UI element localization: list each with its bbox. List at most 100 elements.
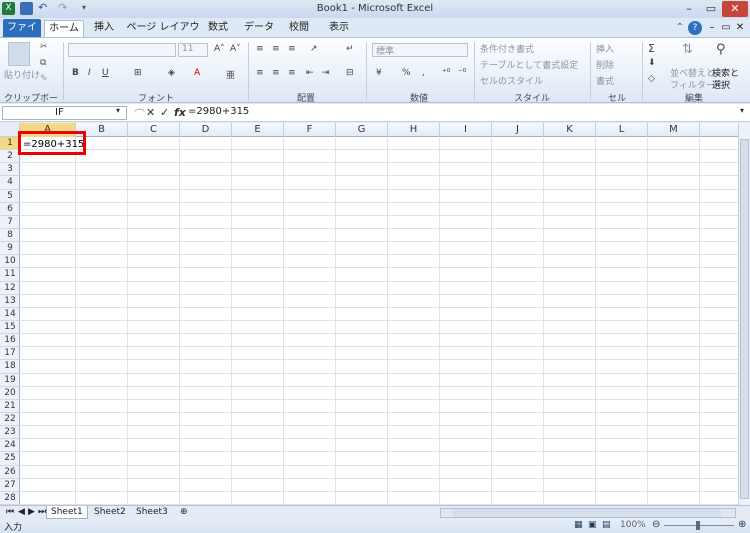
- phonetic-icon[interactable]: 亜: [226, 68, 235, 81]
- orientation-icon[interactable]: ↗: [310, 44, 318, 54]
- row-header-12[interactable]: 12: [0, 282, 20, 295]
- clear-icon[interactable]: ◇: [648, 74, 655, 84]
- page-layout-view-icon[interactable]: ▣: [588, 520, 597, 530]
- close-button[interactable]: ✕: [722, 1, 748, 17]
- row-header-15[interactable]: 15: [0, 321, 20, 335]
- column-header-h[interactable]: H: [388, 123, 440, 137]
- cancel-icon[interactable]: ✕: [146, 106, 155, 119]
- doc-minimize-button[interactable]: –: [706, 20, 718, 38]
- name-box-dropdown-icon[interactable]: ▾: [116, 106, 120, 115]
- border-icon[interactable]: ⊞: [134, 68, 142, 78]
- row-header-28[interactable]: 28: [0, 492, 20, 505]
- tab-page-layout[interactable]: ページ レイアウト: [126, 20, 200, 49]
- tab-insert[interactable]: 挿入: [90, 20, 118, 38]
- row-header-6[interactable]: 6: [0, 203, 20, 216]
- wrap-text-icon[interactable]: ↵: [346, 44, 354, 54]
- formula-input[interactable]: =2980+315: [188, 106, 249, 117]
- conditional-format-button[interactable]: 条件付き書式: [480, 42, 534, 55]
- row-header-24[interactable]: 24: [0, 439, 20, 453]
- row-header-23[interactable]: 23: [0, 426, 20, 440]
- cell-styles-button[interactable]: セルのスタイル: [480, 74, 543, 87]
- tab-formulas[interactable]: 数式: [204, 20, 232, 38]
- zoom-out-icon[interactable]: ⊖: [652, 519, 660, 530]
- decrease-indent-icon[interactable]: ⇤: [306, 68, 314, 78]
- row-header-10[interactable]: 10: [0, 255, 20, 269]
- zoom-in-icon[interactable]: ⊕: [738, 519, 746, 530]
- horizontal-scrollbar[interactable]: [440, 508, 736, 518]
- expand-formula-icon[interactable]: ▾: [740, 106, 744, 115]
- column-header-l[interactable]: L: [596, 123, 648, 137]
- align-middle-icon[interactable]: ≡: [272, 44, 280, 54]
- sheet-tab-2[interactable]: Sheet2: [90, 506, 130, 519]
- align-right-icon[interactable]: ≡: [288, 68, 296, 78]
- autosum-icon[interactable]: Σ: [648, 42, 655, 55]
- align-center-icon[interactable]: ≡: [272, 68, 280, 78]
- doc-restore-button[interactable]: ▭: [720, 20, 732, 38]
- row-header-8[interactable]: 8: [0, 229, 20, 243]
- row-header-2[interactable]: 2: [0, 150, 20, 164]
- percent-icon[interactable]: %: [402, 68, 411, 78]
- restore-button[interactable]: ▭: [700, 1, 722, 17]
- row-header-18[interactable]: 18: [0, 360, 20, 374]
- sheet-tab-1[interactable]: Sheet1: [46, 506, 88, 519]
- sheet-tab-3[interactable]: Sheet3: [132, 506, 172, 519]
- vertical-scroll-thumb[interactable]: [740, 139, 749, 499]
- column-header-f[interactable]: F: [284, 123, 336, 137]
- row-header-11[interactable]: 11: [0, 268, 20, 282]
- font-name-select[interactable]: [68, 43, 176, 57]
- font-color-icon[interactable]: A: [194, 68, 200, 78]
- tab-file[interactable]: ファイル: [3, 19, 41, 50]
- column-header-k[interactable]: K: [544, 123, 596, 137]
- ribbon-collapse-icon[interactable]: ⌃: [674, 20, 686, 38]
- tab-review[interactable]: 校閲: [284, 20, 314, 38]
- align-bottom-icon[interactable]: ≡: [288, 44, 296, 54]
- row-header-4[interactable]: 4: [0, 176, 20, 190]
- select-all-corner[interactable]: [0, 123, 20, 137]
- row-header-21[interactable]: 21: [0, 400, 20, 413]
- copy-icon[interactable]: ⧉: [40, 58, 46, 68]
- shrink-font-icon[interactable]: A˅: [230, 44, 241, 54]
- column-header-m[interactable]: M: [648, 123, 700, 137]
- increase-decimal-icon[interactable]: ⁺⁰: [442, 68, 450, 78]
- name-box[interactable]: IF: [2, 106, 127, 120]
- column-header-j[interactable]: J: [492, 123, 544, 137]
- row-header-16[interactable]: 16: [0, 334, 20, 348]
- font-size-select[interactable]: 11: [178, 43, 208, 57]
- paste-button[interactable]: 貼り付け: [4, 68, 40, 81]
- fill-color-icon[interactable]: ◈: [168, 68, 175, 78]
- insert-function-icon[interactable]: fx: [174, 106, 186, 119]
- row-header-3[interactable]: 3: [0, 163, 20, 177]
- decrease-decimal-icon[interactable]: ⁻⁰: [458, 68, 466, 78]
- column-header-d[interactable]: D: [180, 123, 232, 137]
- find-select-icon[interactable]: ⚲: [716, 42, 726, 57]
- fill-icon[interactable]: ⬇: [648, 58, 656, 68]
- row-header-27[interactable]: 27: [0, 479, 20, 492]
- row-header-17[interactable]: 17: [0, 347, 20, 361]
- format-cells-button[interactable]: 書式: [596, 74, 614, 87]
- increase-indent-icon[interactable]: ⇥: [322, 68, 330, 78]
- column-header-i[interactable]: I: [440, 123, 492, 137]
- select-label[interactable]: 選択: [712, 78, 730, 91]
- sort-filter-icon[interactable]: ⇅: [682, 42, 693, 57]
- paste-icon[interactable]: [8, 42, 30, 66]
- insert-cells-button[interactable]: 挿入: [596, 42, 614, 55]
- row-header-14[interactable]: 14: [0, 308, 20, 321]
- format-as-table-button[interactable]: テーブルとして書式設定: [480, 58, 578, 71]
- normal-view-icon[interactable]: ▦: [574, 520, 583, 530]
- comma-icon[interactable]: ,: [422, 68, 425, 78]
- row-header-13[interactable]: 13: [0, 295, 20, 308]
- tab-data[interactable]: データ: [244, 20, 274, 38]
- vertical-scrollbar[interactable]: [738, 123, 750, 505]
- filter-label[interactable]: フィルター: [670, 78, 715, 91]
- grow-font-icon[interactable]: A˄: [214, 44, 225, 54]
- row-header-1[interactable]: 1: [0, 137, 20, 151]
- row-header-25[interactable]: 25: [0, 452, 20, 466]
- underline-icon[interactable]: U: [102, 68, 109, 78]
- column-header-c[interactable]: C: [128, 123, 180, 137]
- enter-icon[interactable]: ✓: [160, 106, 169, 119]
- tab-home[interactable]: ホーム: [44, 20, 84, 38]
- bold-icon[interactable]: B: [72, 68, 79, 78]
- currency-icon[interactable]: ¥: [376, 68, 382, 78]
- number-format-select[interactable]: 標準: [372, 43, 468, 57]
- zoom-level[interactable]: 100%: [620, 520, 646, 530]
